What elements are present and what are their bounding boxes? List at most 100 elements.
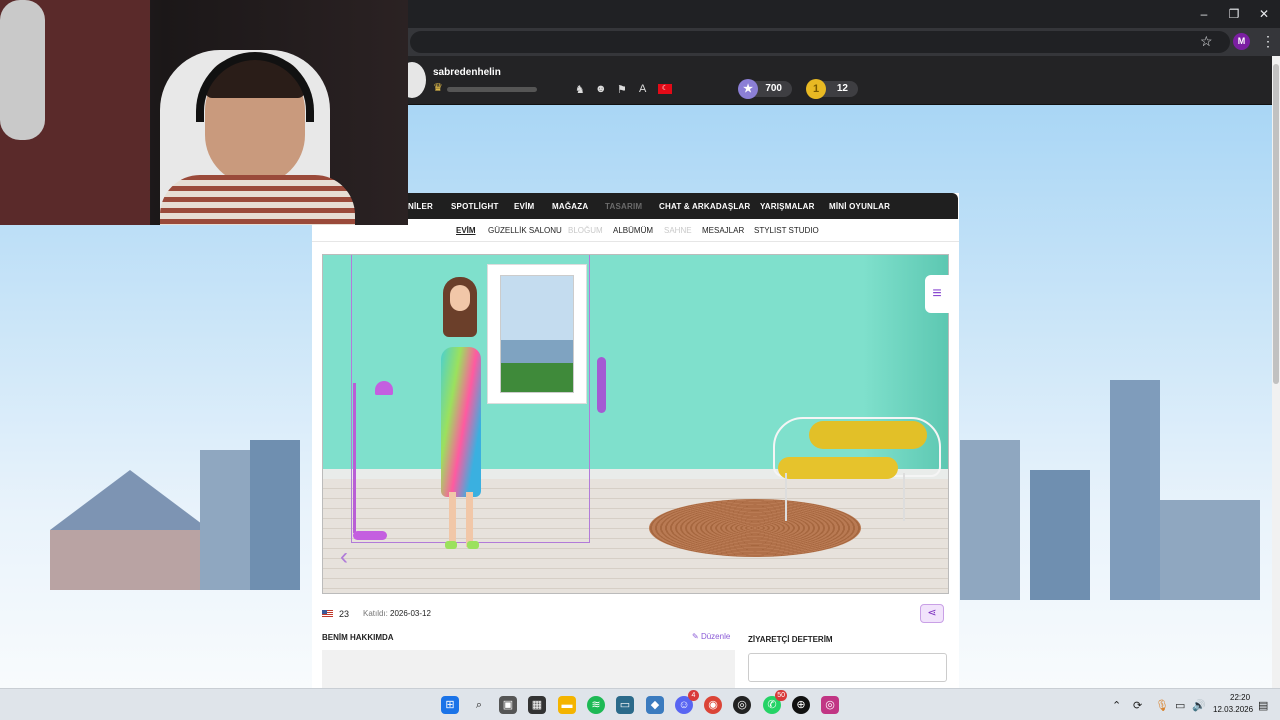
sync-icon[interactable]: ⟳ xyxy=(1133,699,1142,712)
tab-stylist-studio[interactable]: STYLIST STUDIO xyxy=(754,226,819,235)
sofa-seat-cushion xyxy=(778,457,898,479)
sofa-leg xyxy=(785,473,787,521)
plush-toy xyxy=(0,0,45,140)
minimize-button[interactable]: – xyxy=(1187,0,1221,28)
edit-label: Düzenle xyxy=(700,632,731,641)
whatsapp-icon[interactable]: ✆ 50 xyxy=(763,690,787,714)
instagram-icon[interactable]: ◎ xyxy=(821,696,839,714)
friends-icon[interactable]: ☻ xyxy=(595,83,607,95)
lamp-base xyxy=(353,531,387,540)
username[interactable]: sabredenhelin xyxy=(433,67,501,78)
discord-icon[interactable]: ☺ 4 xyxy=(675,690,699,714)
room-menu-icon[interactable]: ≡ xyxy=(925,275,949,313)
clock-time[interactable]: 22:20 xyxy=(1230,693,1250,702)
nav-evim[interactable]: EVİM xyxy=(514,202,534,211)
notification-icon[interactable]: ▤ xyxy=(1258,699,1268,712)
chevron-left-icon[interactable]: ‹ xyxy=(340,543,348,571)
building-decoration xyxy=(250,440,300,590)
volume-icon[interactable]: 🔊 xyxy=(1192,699,1206,712)
avatar-legs xyxy=(449,492,473,547)
page-scrollbar-thumb[interactable] xyxy=(1273,64,1279,384)
tab-guzellik-salonu[interactable]: GÜZELLİK SALONU xyxy=(488,226,562,235)
main-nav: NİLER SPOTLİGHT EVİM MAĞAZA TASARIM CHAT… xyxy=(408,193,958,219)
edit-about-button[interactable]: ✎ Düzenle xyxy=(692,632,730,641)
sofa-leg xyxy=(903,473,905,521)
coins-value: 12 xyxy=(836,83,848,94)
tab-albumum[interactable]: ALBÜMÜM xyxy=(613,226,653,235)
app-icon[interactable]: ⊕ xyxy=(792,696,810,714)
level-crown-icon: ♛ xyxy=(433,82,443,94)
nav-yarismalar[interactable]: YARIŞMALAR xyxy=(760,202,815,211)
user-age: 23 xyxy=(339,609,350,619)
bookmark-icon[interactable]: ⚑ xyxy=(617,83,627,96)
browser-profile-button[interactable]: M xyxy=(1233,33,1250,50)
striped-shirt xyxy=(160,175,355,225)
window-view xyxy=(500,275,574,393)
joined-date: 2026-03-12 xyxy=(390,609,431,618)
bell-icon[interactable]: ♞ xyxy=(575,83,585,96)
building-decoration xyxy=(1160,500,1260,600)
star-coin-icon: ★ xyxy=(738,79,758,99)
tab-sahne[interactable]: SAHNE xyxy=(664,226,692,235)
selection-outline xyxy=(589,255,590,543)
maximize-button[interactable]: ❐ xyxy=(1217,0,1251,28)
guestbook-title: ZİYARETÇİ DEFTERİM xyxy=(748,635,833,644)
nav-chat[interactable]: CHAT & ARKADAŞLAR xyxy=(659,202,750,211)
nav-tasarim[interactable]: TASARIM xyxy=(605,202,642,211)
browser-menu-icon[interactable]: ⋮ xyxy=(1261,33,1275,50)
webcam-overlay xyxy=(0,0,408,225)
us-flag-icon xyxy=(322,610,333,618)
resize-handle[interactable] xyxy=(597,357,606,413)
building-decoration xyxy=(50,530,200,590)
about-me-box xyxy=(322,650,735,688)
bookmark-star-icon[interactable]: ☆ xyxy=(1200,33,1213,50)
sofa-back-cushion xyxy=(809,421,927,449)
avatar-face xyxy=(450,285,470,311)
avatar-shoe xyxy=(445,541,457,549)
round-rug[interactable] xyxy=(649,499,861,557)
taskbar: ⊞ ⌕ ▣ ▦ ▬ ≋ ▭ ◆ ☺ 4 ◉ ◎ ✆ 50 ⊕ ◎ ⌃ ⟳ 🎙 ▭ 🔊… xyxy=(0,688,1280,720)
microphone-icon[interactable]: 🎙 xyxy=(1155,699,1169,712)
close-button[interactable]: ✕ xyxy=(1247,0,1280,28)
app-icon[interactable]: ◎ xyxy=(733,696,751,714)
font-icon[interactable]: A xyxy=(639,83,646,95)
search-icon[interactable]: ⌕ xyxy=(470,696,488,714)
avatar-character[interactable] xyxy=(435,277,487,549)
url-input[interactable] xyxy=(410,31,1230,53)
nav-mini-oyunlar[interactable]: MİNİ OYUNLAR xyxy=(829,202,890,211)
tab-mesajlar[interactable]: MESAJLAR xyxy=(702,226,744,235)
share-button[interactable]: ⋖ xyxy=(920,604,944,623)
windows-start-icon[interactable]: ⊞ xyxy=(441,696,459,714)
selection-outline xyxy=(351,255,352,543)
joined-label: Katıldı: xyxy=(363,609,388,618)
pencil-icon: ✎ xyxy=(692,632,701,641)
tab-evim[interactable]: EVİM xyxy=(456,226,476,235)
store-icon[interactable]: ▦ xyxy=(528,696,546,714)
turkey-flag-icon[interactable]: ☾ xyxy=(658,84,672,94)
about-me-title: BENİM HAKKIMDA xyxy=(322,633,394,642)
tab-blogum[interactable]: BLOĞUM xyxy=(568,226,603,235)
nav-spotlight[interactable]: SPOTLİGHT xyxy=(451,202,499,211)
folder-icon[interactable]: ▬ xyxy=(558,696,576,714)
spotify-icon[interactable]: ≋ xyxy=(587,696,605,714)
avatar-dress xyxy=(441,347,481,497)
nav-new[interactable]: NİLER xyxy=(408,202,433,211)
room-scene[interactable] xyxy=(322,254,949,594)
app-icon[interactable]: ◆ xyxy=(646,696,664,714)
coins-counter[interactable]: 1 12 xyxy=(806,79,858,99)
xp-progress-bar xyxy=(447,87,537,92)
nav-magaza[interactable]: MAĞAZA xyxy=(552,202,588,211)
floor-lamp[interactable] xyxy=(353,383,367,533)
task-view-icon[interactable]: ▣ xyxy=(499,696,517,714)
network-icon[interactable]: ▭ xyxy=(1175,699,1185,712)
chrome-icon[interactable]: ◉ xyxy=(704,696,722,714)
gold-coin-icon: 1 xyxy=(806,79,826,99)
window-decor[interactable] xyxy=(487,264,587,404)
building-decoration xyxy=(1030,470,1090,600)
app-icon[interactable]: ▭ xyxy=(616,696,634,714)
stars-counter[interactable]: ★ 700 xyxy=(738,79,792,99)
divider xyxy=(312,241,959,242)
guestbook-input[interactable] xyxy=(748,653,947,682)
clock-date[interactable]: 12.03.2026 xyxy=(1213,705,1253,714)
chevron-up-icon[interactable]: ⌃ xyxy=(1112,699,1121,712)
